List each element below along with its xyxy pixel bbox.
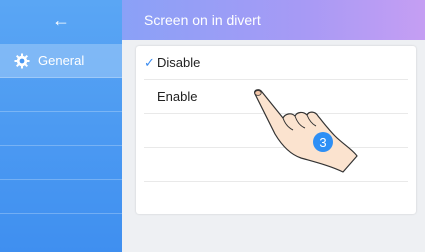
gear-icon	[14, 53, 30, 69]
sidebar-item-general[interactable]: General	[0, 44, 122, 78]
option-label: Disable	[157, 55, 201, 70]
sidebar-item-empty	[0, 78, 122, 112]
sidebar-item-label: General	[38, 53, 85, 68]
back-arrow-icon: ←	[52, 9, 70, 30]
option-disable[interactable]: ✓ Disable	[144, 46, 408, 80]
back-button[interactable]: ←	[0, 0, 122, 40]
sidebar-nav: General	[0, 44, 122, 214]
header-bar: Screen on in divert	[122, 0, 425, 40]
option-empty-row	[144, 182, 408, 216]
sidebar-item-empty	[0, 146, 122, 180]
sidebar: ← General	[0, 0, 122, 252]
sidebar-item-empty	[0, 180, 122, 214]
option-label: Enable	[157, 89, 198, 104]
screen: ← General Screen on in divert ✓ Disable …	[0, 0, 425, 252]
tap-hand-illustration: 3	[245, 88, 365, 173]
sidebar-item-empty	[0, 112, 122, 146]
step-number: 3	[319, 135, 326, 150]
page-title: Screen on in divert	[144, 12, 261, 28]
checkmark-icon: ✓	[144, 54, 155, 70]
